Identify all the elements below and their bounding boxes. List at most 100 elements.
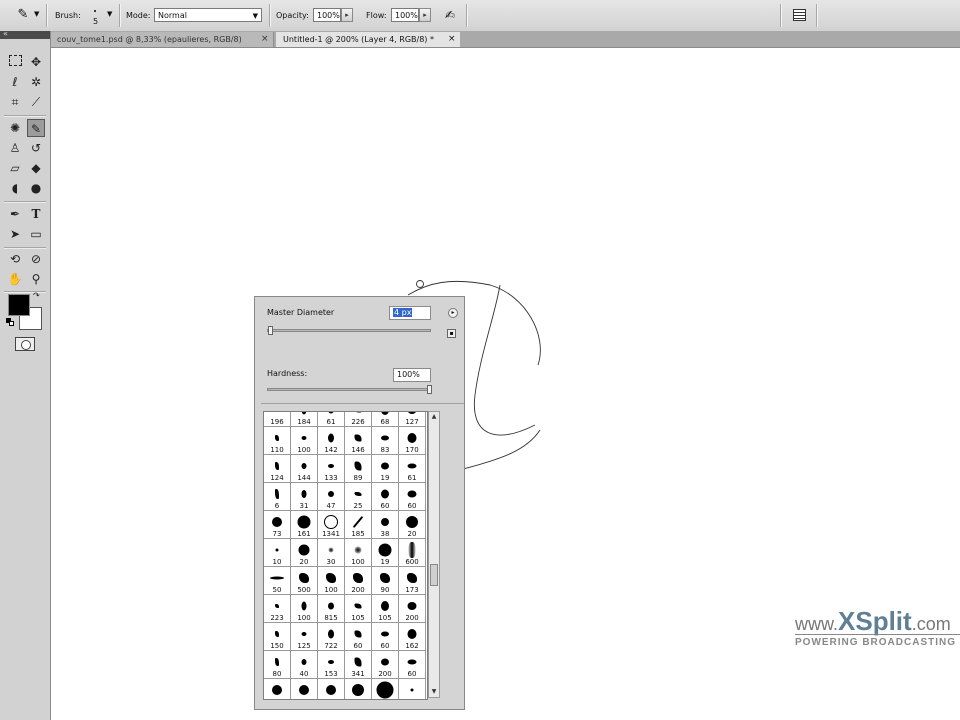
- brush-preset-cell[interactable]: 722: [318, 623, 345, 651]
- 3d-orbit-tool-icon[interactable]: ⊘: [27, 250, 45, 268]
- brush-preset-cell[interactable]: 125: [291, 623, 318, 651]
- magic-wand-tool-icon[interactable]: ✲: [27, 73, 45, 91]
- brush-preset-cell[interactable]: 100: [291, 427, 318, 455]
- brush-preset-cell[interactable]: 60: [399, 483, 426, 511]
- collapse-icon[interactable]: «: [3, 29, 8, 38]
- hardness-slider-thumb[interactable]: [427, 385, 432, 394]
- brush-preset-cell[interactable]: 1341: [318, 511, 345, 539]
- brush-preset-cell[interactable]: 600: [399, 539, 426, 567]
- close-icon[interactable]: ×: [448, 32, 456, 47]
- brush-preset-cell[interactable]: 185: [345, 511, 372, 539]
- brush-preset-cell[interactable]: 144: [291, 455, 318, 483]
- brush-preset-cell[interactable]: 223: [264, 595, 291, 623]
- brush-preset-cell[interactable]: 153: [318, 651, 345, 679]
- brush-preset-cell[interactable]: 40: [291, 651, 318, 679]
- master-diameter-slider[interactable]: [267, 329, 431, 332]
- brush-preset-cell[interactable]: 20: [399, 511, 426, 539]
- brush-preset-cell[interactable]: 81: [399, 679, 426, 699]
- brush-preset-cell[interactable]: 89: [345, 455, 372, 483]
- hardness-input[interactable]: 100%: [393, 368, 431, 382]
- tab-couv-tome1[interactable]: couv_tome1.psd @ 8,33% (epaulieres, RGB/…: [50, 32, 274, 47]
- brush-preset-cell[interactable]: 61: [318, 412, 345, 427]
- brush-preset-cell[interactable]: 25: [345, 679, 372, 699]
- mode-select[interactable]: Normal ▼: [154, 8, 262, 22]
- foreground-color-swatch[interactable]: [8, 294, 30, 316]
- move-tool-icon[interactable]: ✥: [27, 53, 45, 71]
- brush-preset-cell[interactable]: 196: [264, 412, 291, 427]
- brush-preset-cell[interactable]: 19: [372, 539, 399, 567]
- brush-size-preview[interactable]: 5: [88, 4, 104, 28]
- brush-preset-cell[interactable]: 73: [264, 511, 291, 539]
- brush-preset-cell[interactable]: 162: [399, 623, 426, 651]
- brush-preset-cell[interactable]: 200: [399, 595, 426, 623]
- brush-preset-cell[interactable]: 124: [264, 455, 291, 483]
- brush-preset-cell[interactable]: 110: [264, 427, 291, 455]
- dodge-tool-icon[interactable]: ●: [27, 179, 45, 197]
- brush-preset-cell[interactable]: 61: [399, 455, 426, 483]
- scroll-down-icon[interactable]: ▼: [429, 687, 439, 697]
- brush-preset-cell[interactable]: 127: [399, 412, 426, 427]
- brush-preset-cell[interactable]: 60: [372, 483, 399, 511]
- tab-untitled-1[interactable]: Untitled-1 @ 200% (Layer 4, RGB/8) * ×: [276, 32, 460, 47]
- paint-bucket-tool-icon[interactable]: ◆: [27, 159, 45, 177]
- toolbox-header[interactable]: «: [0, 29, 50, 39]
- scroll-up-icon[interactable]: ▲: [429, 412, 439, 422]
- brush-preset-cell[interactable]: 60: [399, 651, 426, 679]
- brush-preset-cell[interactable]: 105: [345, 595, 372, 623]
- flow-slider-icon[interactable]: ▸: [419, 8, 431, 22]
- swap-colors-icon[interactable]: ↷: [33, 291, 40, 300]
- brush-preset-cell[interactable]: 50: [264, 567, 291, 595]
- brush-preset-cell[interactable]: 100: [345, 539, 372, 567]
- 3d-rotate-tool-icon[interactable]: ⟲: [6, 250, 24, 268]
- brush-preset-cell[interactable]: 27: [318, 679, 345, 699]
- brush-preset-cell[interactable]: 68: [372, 412, 399, 427]
- opacity-input[interactable]: 100%: [313, 8, 341, 22]
- eraser-tool-icon[interactable]: ▱: [6, 159, 24, 177]
- brush-preset-cell[interactable]: 60: [345, 623, 372, 651]
- healing-brush-tool-icon[interactable]: ✺: [6, 119, 24, 137]
- brush-preset-cell[interactable]: 80: [264, 651, 291, 679]
- brush-tool-icon[interactable]: ✎: [27, 119, 45, 137]
- brush-preset-cell[interactable]: 31: [291, 483, 318, 511]
- brush-preset-cell[interactable]: 25: [345, 483, 372, 511]
- brush-preset-cell[interactable]: 50: [264, 679, 291, 699]
- close-icon[interactable]: ×: [261, 32, 269, 47]
- save-brush-icon[interactable]: ▪: [447, 329, 456, 338]
- brush-preset-cell[interactable]: 370: [291, 679, 318, 699]
- airbrush-icon[interactable]: ✍: [440, 6, 460, 24]
- quick-mask-icon[interactable]: [15, 337, 35, 351]
- brush-preset-cell[interactable]: 6: [264, 483, 291, 511]
- brush-preset-cell[interactable]: 161: [291, 511, 318, 539]
- brush-grid-scrollbar[interactable]: ▲ ▼: [428, 411, 440, 698]
- panel-menu-icon[interactable]: [793, 9, 806, 21]
- marquee-tool-icon[interactable]: [6, 53, 24, 71]
- brush-preset-cell[interactable]: 815: [318, 595, 345, 623]
- crop-tool-icon[interactable]: ⌗: [6, 93, 24, 111]
- brush-preset-cell[interactable]: 19: [372, 455, 399, 483]
- brush-picker-dropdown-icon[interactable]: ▼: [107, 10, 112, 18]
- brush-preset-cell[interactable]: 184: [291, 412, 318, 427]
- master-diameter-input[interactable]: 4 px: [389, 306, 431, 320]
- brush-preset-cell[interactable]: 341: [345, 651, 372, 679]
- master-diameter-slider-thumb[interactable]: [268, 326, 273, 335]
- brush-preset-cell[interactable]: 133: [318, 455, 345, 483]
- default-colors-icon[interactable]: [6, 318, 14, 326]
- brush-preset-cell[interactable]: 142: [318, 427, 345, 455]
- hardness-slider[interactable]: [267, 388, 431, 391]
- blur-tool-icon[interactable]: ◖: [6, 179, 24, 197]
- brush-preset-cell[interactable]: 20: [291, 539, 318, 567]
- scrollbar-thumb[interactable]: [430, 564, 438, 586]
- clone-stamp-tool-icon[interactable]: ♙: [6, 139, 24, 157]
- zoom-tool-icon[interactable]: ⚲: [27, 270, 45, 288]
- brush-preset-cell[interactable]: 200: [372, 651, 399, 679]
- brush-preset-cell[interactable]: 150: [264, 623, 291, 651]
- brush-preset-cell[interactable]: 10: [264, 539, 291, 567]
- pen-tool-icon[interactable]: ✒: [6, 205, 24, 223]
- brush-preset-cell[interactable]: 60: [372, 623, 399, 651]
- eyedropper-tool-icon[interactable]: ⟋: [27, 93, 45, 111]
- type-tool-icon[interactable]: T: [27, 205, 45, 223]
- brush-preset-cell[interactable]: 226: [345, 412, 372, 427]
- brush-preset-cell[interactable]: 83: [372, 427, 399, 455]
- brush-preset-cell[interactable]: 90: [372, 567, 399, 595]
- brush-preset-cell[interactable]: 200: [345, 567, 372, 595]
